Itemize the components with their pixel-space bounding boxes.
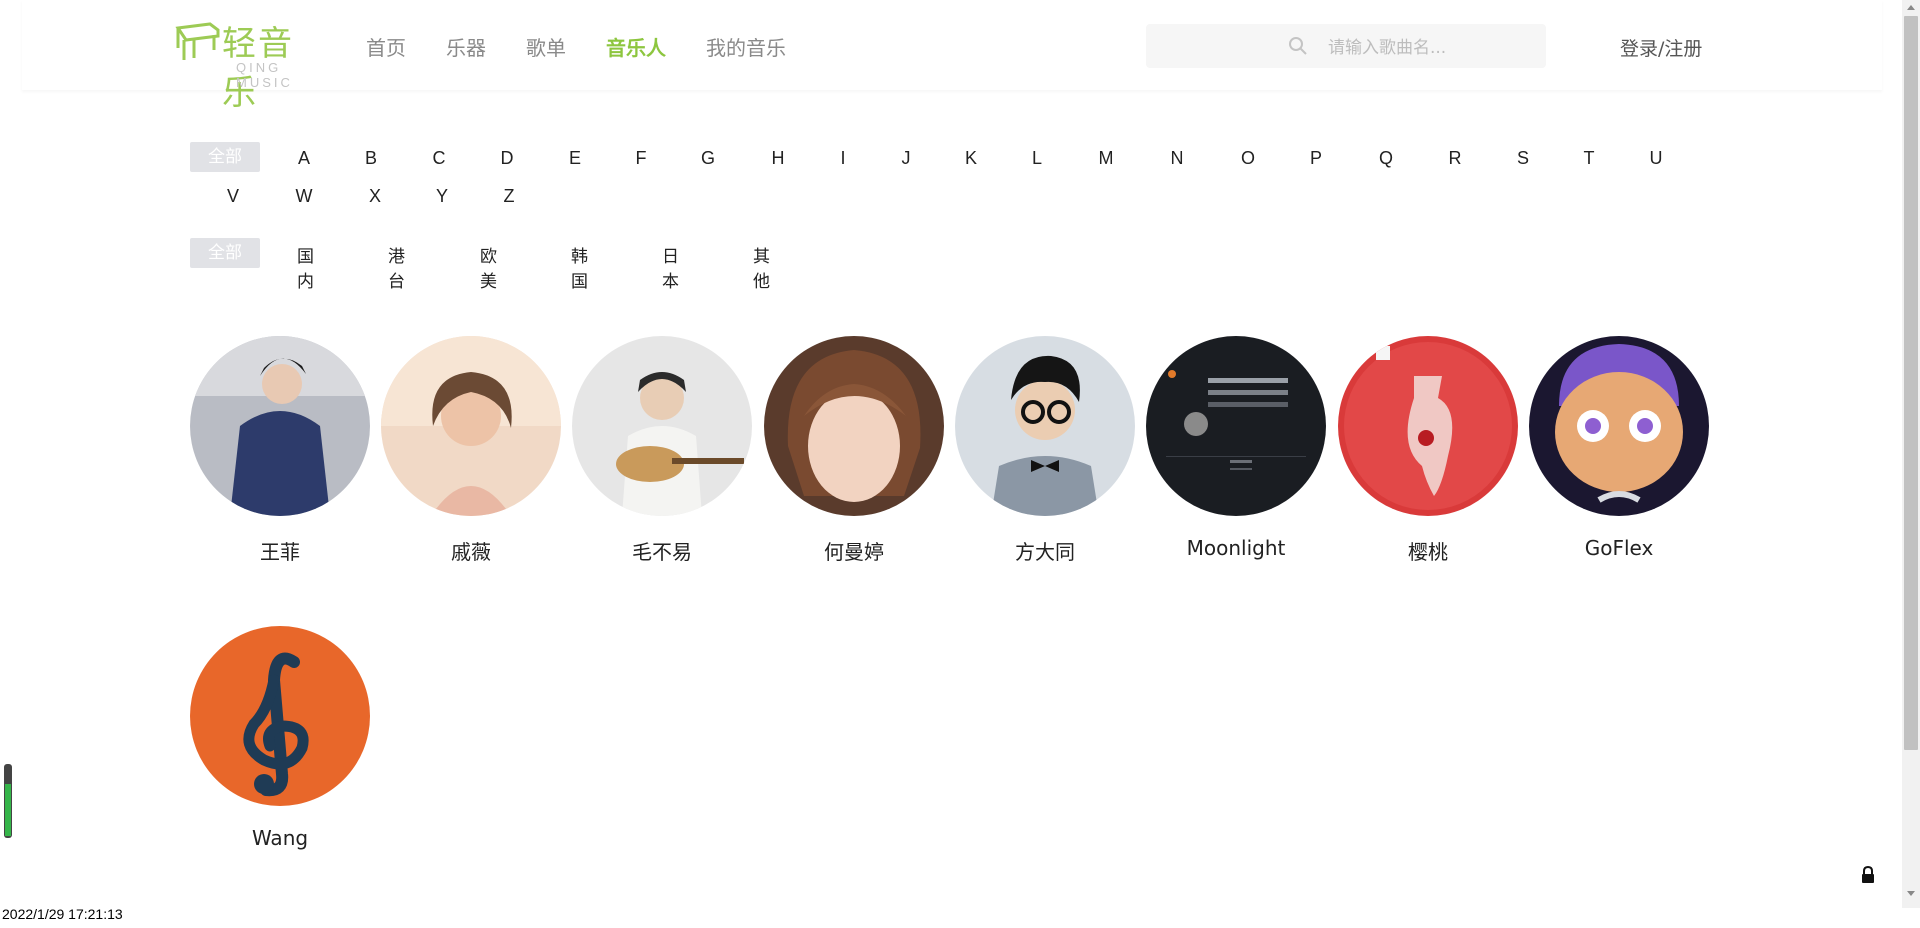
letter-a[interactable]: A: [289, 148, 319, 169]
nav-my-music[interactable]: 我的音乐: [706, 32, 786, 61]
region-hk-tw[interactable]: 港台: [388, 242, 405, 292]
letter-w[interactable]: W: [289, 186, 319, 207]
letter-s[interactable]: S: [1508, 148, 1538, 169]
artist-card[interactable]: 王菲: [190, 336, 370, 565]
artist-card[interactable]: 方大同: [955, 336, 1135, 565]
page-scrollbar[interactable]: [1902, 0, 1920, 908]
artist-avatar[interactable]: [572, 336, 752, 516]
artist-card[interactable]: Moonlight: [1146, 336, 1326, 560]
artist-name: 何曼婷: [824, 540, 884, 564]
scroll-up-arrow-icon[interactable]: [1906, 3, 1916, 11]
scroll-down-arrow-icon[interactable]: [1906, 890, 1916, 898]
letter-v[interactable]: V: [218, 186, 248, 207]
artist-avatar[interactable]: [381, 336, 561, 516]
artist-avatar[interactable]: [1146, 336, 1326, 516]
scrollbar-thumb[interactable]: [1904, 16, 1918, 750]
site-logo[interactable]: 轻音乐 QING MUSIC: [174, 16, 324, 113]
letter-b[interactable]: B: [356, 148, 386, 169]
artist-name: Wang: [251, 826, 309, 850]
letter-q[interactable]: Q: [1371, 148, 1401, 169]
artist-avatar[interactable]: [190, 336, 370, 516]
artist-name: Moonlight: [1186, 536, 1286, 560]
letter-j[interactable]: J: [891, 148, 921, 169]
artist-avatar[interactable]: [955, 336, 1135, 516]
artist-card[interactable]: GoFlex: [1529, 336, 1709, 560]
letter-h[interactable]: H: [763, 148, 793, 169]
region-other[interactable]: 其他: [753, 242, 770, 292]
search-input[interactable]: [1326, 34, 1550, 62]
letter-l[interactable]: L: [1022, 148, 1052, 169]
logo-subtitle: QING MUSIC: [236, 60, 293, 90]
artist-avatar[interactable]: [190, 626, 370, 806]
region-domestic[interactable]: 国内: [297, 242, 314, 292]
letter-i[interactable]: I: [828, 148, 858, 169]
letter-p[interactable]: P: [1301, 148, 1331, 169]
nav-musicians[interactable]: 音乐人: [606, 32, 666, 61]
letter-e[interactable]: E: [560, 148, 590, 169]
artist-name: 王菲: [260, 540, 300, 564]
artist-avatar[interactable]: [1529, 336, 1709, 516]
artist-avatar[interactable]: [764, 336, 944, 516]
letter-u[interactable]: U: [1641, 148, 1671, 169]
main-nav: 首页 乐器 歌单 音乐人 我的音乐: [366, 32, 826, 61]
artist-card[interactable]: 何曼婷: [764, 336, 944, 565]
letter-r[interactable]: R: [1440, 148, 1470, 169]
artist-name: 戚薇: [451, 540, 491, 564]
artist-avatar[interactable]: [1338, 336, 1518, 516]
letter-m[interactable]: M: [1091, 148, 1121, 169]
nav-home[interactable]: 首页: [366, 32, 406, 61]
artist-card[interactable]: 樱桃: [1338, 336, 1518, 565]
artist-name: GoFlex: [1584, 536, 1654, 560]
letter-g[interactable]: G: [693, 148, 723, 169]
nav-playlists[interactable]: 歌单: [526, 32, 566, 61]
letter-k[interactable]: K: [956, 148, 986, 169]
region-filter-all[interactable]: 全部: [190, 238, 260, 268]
timestamp: 2022/1/29 17:21:13: [2, 906, 123, 922]
artist-card[interactable]: 戚薇: [381, 336, 561, 565]
artist-name: 毛不易: [632, 540, 692, 564]
piano-logo-icon: [175, 22, 220, 60]
letter-z[interactable]: Z: [494, 186, 524, 207]
login-register-link[interactable]: 登录/注册: [1620, 34, 1702, 61]
letter-o[interactable]: O: [1233, 148, 1263, 169]
lock-icon[interactable]: [1860, 866, 1876, 884]
region-western[interactable]: 欧美: [480, 242, 497, 292]
artist-card[interactable]: Wang: [190, 626, 370, 850]
letter-filter-all[interactable]: 全部: [190, 142, 260, 172]
search-icon[interactable]: [1288, 36, 1308, 56]
letter-f[interactable]: F: [626, 148, 656, 169]
volume-gauge-icon: [4, 764, 12, 838]
artist-name: 樱桃: [1408, 540, 1448, 564]
artist-name: 方大同: [1015, 540, 1075, 564]
letter-y[interactable]: Y: [427, 186, 457, 207]
letter-d[interactable]: D: [492, 148, 522, 169]
letter-n[interactable]: N: [1162, 148, 1192, 169]
nav-instruments[interactable]: 乐器: [446, 32, 486, 61]
region-japan[interactable]: 日本: [662, 242, 679, 292]
letter-c[interactable]: C: [424, 148, 454, 169]
artist-card[interactable]: 毛不易: [572, 336, 752, 565]
letter-x[interactable]: X: [360, 186, 390, 207]
region-korea[interactable]: 韩国: [571, 242, 588, 292]
letter-t[interactable]: T: [1574, 148, 1604, 169]
